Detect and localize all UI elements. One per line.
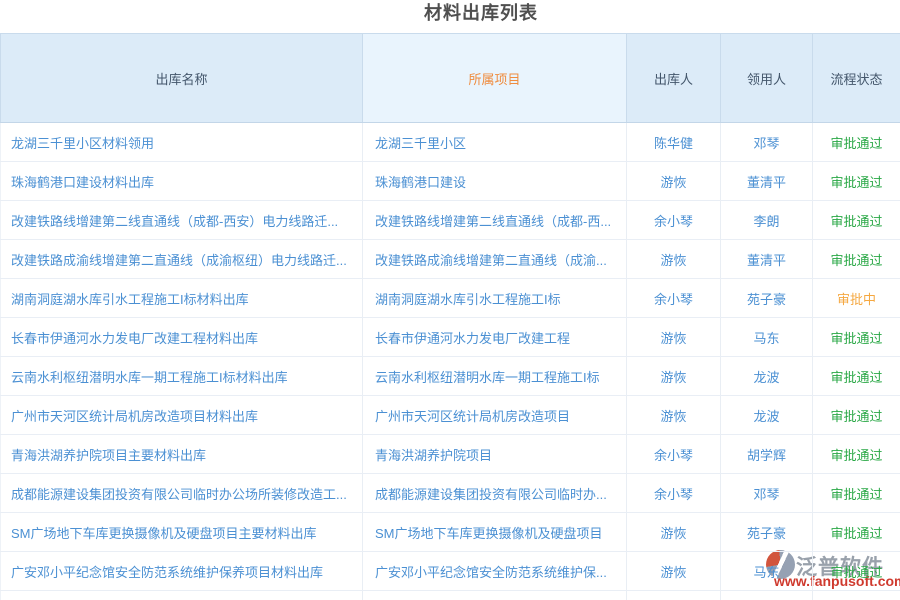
cell-name[interactable]: 珠海鹤港口建设材料出库 [1,162,363,201]
cell-recipient: 苑子豪 [721,513,813,552]
cell-status: 审批通过 [813,162,900,201]
cell-recipient: 龙波 [721,396,813,435]
cell-project[interactable]: 青海洪湖养护院项目 [363,435,627,474]
cell-project[interactable]: 广安邓小平纪念馆安全防范系统维护保... [363,552,627,591]
cell-recipient: 邓琴 [721,123,813,162]
cell-person-out: 余小琴 [627,279,721,318]
table-row[interactable]: 成都能源建设集团投资有限公司临时办公场所装修改造工... 成都能源建设集团投资有… [1,474,900,513]
cell-status: 审批通过 [813,435,900,474]
cell-recipient: 董清平 [721,240,813,279]
cell-project[interactable]: 龙湖三千里小区 [363,123,627,162]
table-body: 龙湖三千里小区材料领用 龙湖三千里小区 陈华健 邓琴 审批通过 珠海鹤港口建设材… [1,123,900,600]
cell-status: 审批通过 [813,240,900,279]
cell-name[interactable]: 改建铁路线增建第二线直通线（成都-西安）电力线路迁... [1,201,363,240]
cell-person-out: 游恢 [627,591,721,600]
cell-name[interactable]: 改建铁路成渝线增建第二直通线（成渝枢纽）电力线路迁... [1,240,363,279]
cell-recipient: 李朗 [721,201,813,240]
table-row[interactable]: 广州市天河区统计局机房改造项目材料出库 广州市天河区统计局机房改造项目 游恢 龙… [1,396,900,435]
cell-person-out: 陈华健 [627,123,721,162]
cell-project[interactable]: 长春市伊通河水力发电厂改建工程 [363,318,627,357]
cell-person-out: 游恢 [627,396,721,435]
cell-recipient: 邓琴 [721,474,813,513]
table-row[interactable]: 广安邓小平纪念馆安全防范系统维护保养项目材料出库 广安邓小平纪念馆安全防范系统维… [1,552,900,591]
cell-recipient: 胡学辉 [721,435,813,474]
table-row[interactable]: 青海洪湖养护院项目主要材料出库 青海洪湖养护院项目 余小琴 胡学辉 审批通过 [1,435,900,474]
cell-project[interactable]: 珠海鹤港口建设 [363,162,627,201]
cell-project[interactable]: 改建铁路成渝线增建第二直通线（成渝... [363,240,627,279]
cell-project[interactable]: 湖南洞庭湖水库引水工程施工I标 [363,279,627,318]
cell-status: 审批通过 [813,123,900,162]
cell-name[interactable]: 广州市文物考古工地安防系统设备保修材料出库 [1,591,363,600]
cell-person-out: 游恢 [627,318,721,357]
cell-project[interactable]: 广州市文物考古工地安防系统设备保修 [363,591,627,600]
cell-name[interactable]: 成都能源建设集团投资有限公司临时办公场所装修改造工... [1,474,363,513]
cell-recipient: 龙波 [721,591,813,600]
cell-person-out: 游恢 [627,240,721,279]
cell-recipient: 苑子豪 [721,279,813,318]
cell-project[interactable]: 广州市天河区统计局机房改造项目 [363,396,627,435]
cell-status: 审批通过 [813,474,900,513]
table-header-row: 出库名称 所属项目 出库人 领用人 流程状态 [1,34,900,123]
cell-person-out: 余小琴 [627,474,721,513]
cell-status: 审批中 [813,279,900,318]
page-title: 材料出库列表 [0,0,900,26]
table-row[interactable]: 云南水利枢纽潜明水库一期工程施工I标材料出库 云南水利枢纽潜明水库一期工程施工I… [1,357,900,396]
cell-status: 审批通过 [813,552,900,591]
cell-person-out: 游恢 [627,357,721,396]
table-row[interactable]: 改建铁路线增建第二线直通线（成都-西安）电力线路迁... 改建铁路线增建第二线直… [1,201,900,240]
material-outbound-table: 出库名称 所属项目 出库人 领用人 流程状态 龙湖三千里小区材料领用 龙湖三千里… [0,33,900,600]
cell-name[interactable]: 云南水利枢纽潜明水库一期工程施工I标材料出库 [1,357,363,396]
cell-status: 审批通过 [813,591,900,600]
cell-recipient: 董清平 [721,162,813,201]
cell-person-out: 游恢 [627,513,721,552]
column-header-project[interactable]: 所属项目 [363,34,627,123]
cell-person-out: 余小琴 [627,201,721,240]
cell-project[interactable]: SM广场地下车库更换摄像机及硬盘项目 [363,513,627,552]
cell-person-out: 游恢 [627,162,721,201]
table-row[interactable]: SM广场地下车库更换摄像机及硬盘项目主要材料出库 SM广场地下车库更换摄像机及硬… [1,513,900,552]
cell-status: 审批通过 [813,318,900,357]
cell-recipient: 马东 [721,318,813,357]
cell-project[interactable]: 云南水利枢纽潜明水库一期工程施工I标 [363,357,627,396]
table-row[interactable]: 长春市伊通河水力发电厂改建工程材料出库 长春市伊通河水力发电厂改建工程 游恢 马… [1,318,900,357]
cell-name[interactable]: 广州市天河区统计局机房改造项目材料出库 [1,396,363,435]
column-header-status[interactable]: 流程状态 [813,34,900,123]
cell-status: 审批通过 [813,513,900,552]
cell-status: 审批通过 [813,201,900,240]
table-row[interactable]: 湖南洞庭湖水库引水工程施工I标材料出库 湖南洞庭湖水库引水工程施工I标 余小琴 … [1,279,900,318]
cell-person-out: 余小琴 [627,435,721,474]
cell-person-out: 游恢 [627,552,721,591]
column-header-outbound-person[interactable]: 出库人 [627,34,721,123]
cell-name[interactable]: 青海洪湖养护院项目主要材料出库 [1,435,363,474]
cell-recipient: 马东 [721,552,813,591]
table-row[interactable]: 珠海鹤港口建设材料出库 珠海鹤港口建设 游恢 董清平 审批通过 [1,162,900,201]
cell-recipient: 龙波 [721,357,813,396]
cell-name[interactable]: SM广场地下车库更换摄像机及硬盘项目主要材料出库 [1,513,363,552]
cell-name[interactable]: 广安邓小平纪念馆安全防范系统维护保养项目材料出库 [1,552,363,591]
column-header-outbound-name[interactable]: 出库名称 [1,34,363,123]
cell-status: 审批通过 [813,396,900,435]
cell-project[interactable]: 成都能源建设集团投资有限公司临时办... [363,474,627,513]
cell-name[interactable]: 长春市伊通河水力发电厂改建工程材料出库 [1,318,363,357]
table-row[interactable]: 龙湖三千里小区材料领用 龙湖三千里小区 陈华健 邓琴 审批通过 [1,123,900,162]
column-header-recipient[interactable]: 领用人 [721,34,813,123]
cell-status: 审批通过 [813,357,900,396]
cell-project[interactable]: 改建铁路线增建第二线直通线（成都-西... [363,201,627,240]
cell-name[interactable]: 湖南洞庭湖水库引水工程施工I标材料出库 [1,279,363,318]
table-row[interactable]: 广州市文物考古工地安防系统设备保修材料出库 广州市文物考古工地安防系统设备保修 … [1,591,900,600]
table-row[interactable]: 改建铁路成渝线增建第二直通线（成渝枢纽）电力线路迁... 改建铁路成渝线增建第二… [1,240,900,279]
cell-name[interactable]: 龙湖三千里小区材料领用 [1,123,363,162]
